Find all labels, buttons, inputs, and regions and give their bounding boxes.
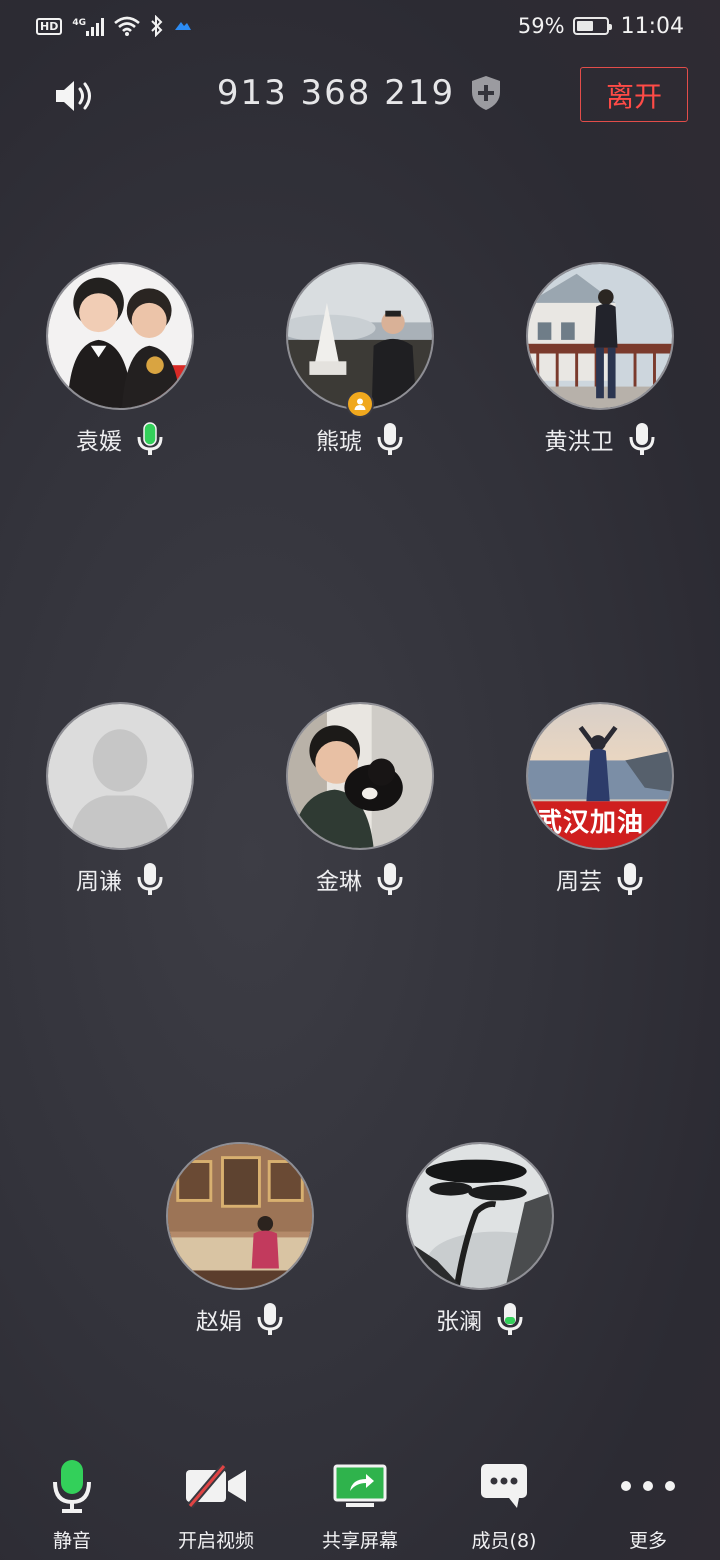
avatar-banner-text: 武汉加油 [536, 808, 645, 838]
avatar: 武汉加油 [526, 702, 674, 850]
participant-name: 赵娟 [196, 1309, 242, 1335]
participant-name: 金琳 [316, 869, 362, 895]
more-dots-icon [621, 1481, 675, 1491]
participant-name: 熊琥 [316, 429, 362, 455]
mic-icon [377, 423, 403, 455]
meeting-header: 913 368 219 离开 [0, 60, 720, 130]
mute-button[interactable]: 静音 [0, 1450, 144, 1560]
avatar [526, 262, 674, 410]
bluetooth-icon [151, 15, 163, 37]
battery-icon [572, 17, 612, 35]
mic-icon [617, 863, 643, 895]
participant-name: 周芸 [556, 869, 602, 895]
leave-button[interactable]: 离开 [580, 67, 688, 122]
participant-name: 周谦 [76, 869, 122, 895]
participant-name: 袁媛 [76, 429, 122, 455]
share-screen-label: 共享屏幕 [321, 1530, 398, 1552]
participant-tile[interactable]: 周谦 [0, 702, 240, 912]
battery-percent: 59% [517, 14, 565, 38]
avatar [286, 262, 434, 410]
participant-tile[interactable]: 赵娟 [120, 1142, 360, 1352]
microphone-icon [53, 1460, 91, 1513]
start-video-label: 开启视频 [177, 1530, 254, 1552]
mic-active-icon [137, 422, 163, 455]
cellular-signal-icon: 4G [72, 16, 104, 36]
avatar [406, 1142, 554, 1290]
participant-tile[interactable]: 武汉加油 周芸 [480, 702, 720, 912]
participant-tile[interactable]: 熊琥 [240, 262, 480, 472]
meeting-id: 913 368 219 [216, 73, 456, 113]
participant-name: 张澜 [436, 1309, 482, 1335]
mute-label: 静音 [52, 1530, 91, 1552]
members-button[interactable]: 成员(8) [432, 1450, 576, 1560]
participant-tile[interactable]: 张澜 [360, 1142, 600, 1352]
more-label: 更多 [628, 1530, 667, 1552]
share-screen-button[interactable]: 共享屏幕 [288, 1450, 432, 1560]
wifi-icon [114, 16, 140, 36]
avatar [46, 262, 194, 410]
participant-tile[interactable]: 黄洪卫 [480, 262, 720, 472]
participant-tile[interactable]: 袁媛 [0, 262, 240, 472]
default-avatar-icon [46, 702, 194, 850]
clock: 11:04 [620, 13, 684, 39]
participant-tile[interactable]: 金琳 [240, 702, 480, 912]
mic-icon [257, 1303, 283, 1335]
hd-voice-icon: HD [36, 17, 63, 35]
status-bar: HD 4G 59% 11:04 [0, 0, 720, 52]
mic-icon [137, 863, 163, 895]
share-screen-icon [333, 1464, 387, 1507]
start-video-button[interactable]: 开启视频 [144, 1450, 288, 1560]
video-off-icon [186, 1464, 246, 1508]
meeting-toolbar: 静音 开启视频 共享屏幕 成员(8) 更多 [0, 1450, 720, 1560]
mic-icon [629, 423, 654, 455]
participant-name: 黄洪卫 [544, 429, 614, 455]
avatar [286, 702, 434, 850]
chat-bubble-icon [481, 1464, 527, 1508]
mic-icon [377, 863, 403, 895]
mic-low-level-icon [497, 1303, 523, 1335]
members-label: 成员(8) [471, 1530, 537, 1552]
more-button[interactable]: 更多 [576, 1450, 720, 1560]
avatar [166, 1142, 314, 1290]
shield-plus-icon[interactable] [469, 74, 503, 112]
host-badge-icon [346, 390, 374, 418]
app-notification-icon [175, 22, 191, 30]
